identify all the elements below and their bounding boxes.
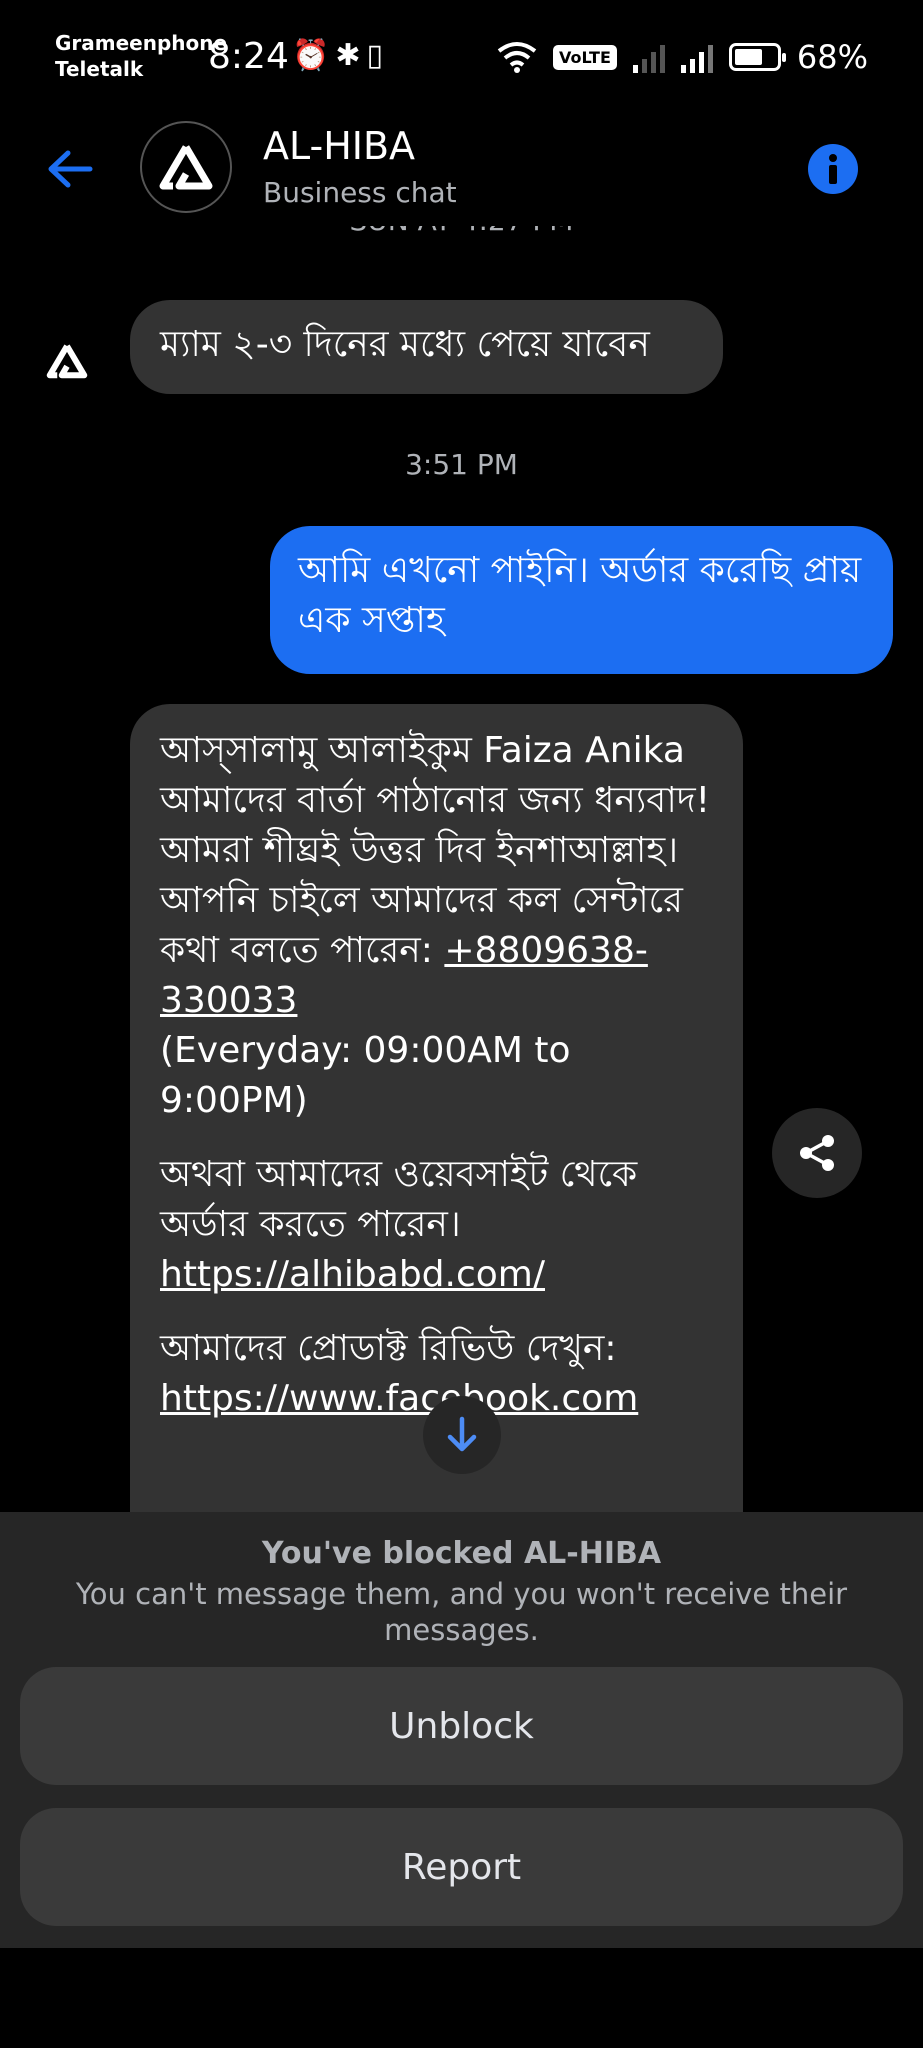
- back-arrow-icon: [48, 150, 93, 188]
- timestamp-351: 3:51 PM: [405, 448, 518, 481]
- bluetooth-icon: ✱: [335, 38, 367, 73]
- sender-avatar[interactable]: [42, 336, 92, 386]
- timestamp-sunday: SUN AT 4:27 PM: [0, 226, 923, 237]
- message-text: ম্যাম ২-৩ দিনের মধ্যে পেয়ে যাবেন: [160, 324, 650, 365]
- clock: 8:24: [208, 36, 289, 77]
- carrier-names: Grameenphone Teletalk: [55, 30, 227, 82]
- website-link[interactable]: https://alhibabd.com/: [160, 1250, 713, 1300]
- share-icon: [800, 1135, 834, 1171]
- battery-percent: 68%: [796, 38, 868, 76]
- info-button[interactable]: [808, 144, 858, 194]
- status-bar: Grameenphone Teletalk 8:24 ⏰✱▯ VoLTE 68%: [0, 0, 923, 110]
- unblock-button[interactable]: Unblock: [20, 1667, 903, 1785]
- contact-avatar[interactable]: [140, 121, 232, 213]
- scroll-to-bottom-button[interactable]: [423, 1396, 501, 1474]
- auto-reply-bubble[interactable]: আস্সালামু আলাইকুম Faiza Anika আমাদের বার…: [130, 704, 743, 1512]
- signal-2-icon: [680, 41, 713, 73]
- signal-1-icon: [632, 41, 665, 73]
- contact-subtitle: Business chat: [263, 176, 457, 209]
- review-prompt-text: আমাদের প্রোডাক্ট রিভিউ দেখুন:: [160, 1328, 617, 1369]
- contact-name[interactable]: AL-HIBA: [263, 124, 415, 168]
- alhiba-logo-icon: [46, 344, 88, 379]
- blocked-title: You've blocked AL-HIBA: [261, 1536, 662, 1571]
- carrier-1: Grameenphone: [55, 31, 228, 55]
- report-button[interactable]: Report: [20, 1808, 903, 1926]
- alhiba-logo-icon: [159, 145, 213, 190]
- message-bubble-incoming[interactable]: ম্যাম ২-৩ দিনের মধ্যে পেয়ে যাবেন: [130, 300, 723, 394]
- chat-header: AL-HIBA Business chat: [0, 112, 923, 226]
- arrow-down-icon: [447, 1416, 477, 1452]
- message-text: আমি এখনো পাইনি। অর্ডার করেছি প্রায় এক স…: [298, 550, 862, 641]
- alarm-icon: ⏰: [292, 38, 336, 73]
- status-right: VoLTE 68%: [497, 38, 868, 76]
- back-button[interactable]: [40, 144, 100, 194]
- vibrate-icon: ▯: [366, 38, 390, 73]
- share-button[interactable]: [772, 1108, 862, 1198]
- info-icon: [829, 154, 837, 184]
- blocked-description: You can't message them, and you won't re…: [75, 1577, 848, 1647]
- battery-fill: [734, 49, 762, 65]
- status-icons: ⏰✱▯: [292, 38, 389, 73]
- carrier-2: Teletalk: [55, 57, 144, 81]
- greeting-text: আস্সালামু আলাইকুম Faiza Anika: [160, 730, 685, 771]
- blocked-panel: You've blocked AL-HIBA You can't message…: [0, 1512, 923, 1948]
- volte-badge: VoLTE: [552, 44, 617, 70]
- website-prompt-text: অথবা আমাদের ওয়েবসাইট থেকে অর্ডার করতে প…: [160, 1154, 638, 1245]
- thanks-text: আমাদের বার্তা পাঠানোর জন্য ধন্যবাদ! আমরা…: [160, 776, 713, 1026]
- message-bubble-outgoing[interactable]: আমি এখনো পাইনি। অর্ডার করেছি প্রায় এক স…: [270, 526, 893, 674]
- wifi-icon: [497, 42, 537, 73]
- hours-text: (Everyday: 09:00AM to 9:00PM): [160, 1030, 571, 1121]
- battery-icon: [728, 43, 786, 71]
- message-list[interactable]: SUN AT 4:27 PM ম্যাম ২-৩ দিনের মধ্যে পেয…: [0, 226, 923, 1512]
